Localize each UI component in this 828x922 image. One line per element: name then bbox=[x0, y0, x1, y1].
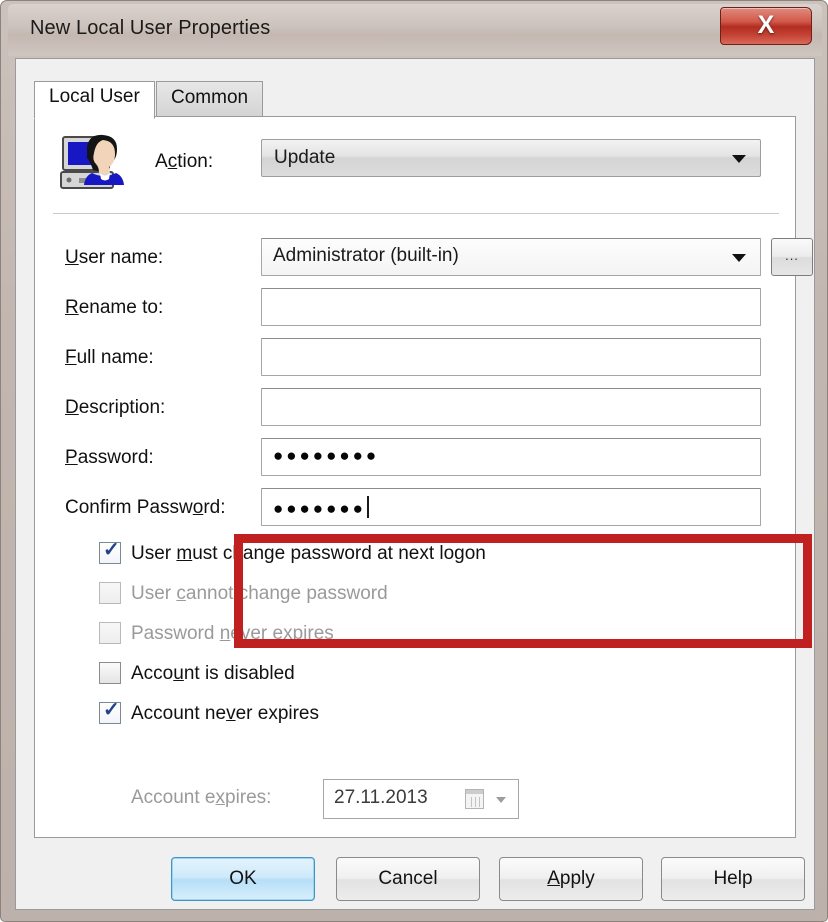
check-icon: ✓ bbox=[103, 539, 120, 561]
field-row-description: Description: bbox=[35, 385, 795, 433]
tab-strip: Local User Common bbox=[34, 81, 794, 119]
checkbox-user-cannot-change-password bbox=[99, 582, 121, 604]
description-input[interactable] bbox=[261, 388, 761, 426]
checkbox-row-account-is-disabled[interactable]: Account is disabled bbox=[35, 657, 795, 693]
chevron-down-icon bbox=[732, 155, 746, 163]
password-label: Password: bbox=[65, 447, 154, 468]
close-icon: X bbox=[757, 11, 775, 39]
user-name-label: User name: bbox=[65, 247, 164, 268]
checkbox-password-never-expires bbox=[99, 622, 121, 644]
calendar-icon bbox=[465, 789, 484, 809]
user-name-input[interactable]: Administrator (built-in) bbox=[261, 238, 761, 276]
title-bar[interactable]: New Local User Properties X bbox=[8, 4, 822, 56]
chevron-down-icon[interactable] bbox=[496, 797, 506, 803]
account-expires-datepicker[interactable]: 27.11.2013 bbox=[323, 779, 519, 819]
tab-common[interactable]: Common bbox=[156, 81, 264, 117]
checkbox-account-never-expires[interactable]: ✓ bbox=[99, 699, 121, 724]
rename-to-input[interactable] bbox=[261, 288, 761, 326]
full-name-label: Full name: bbox=[65, 347, 154, 368]
ok-button[interactable]: OK bbox=[171, 857, 315, 901]
chevron-down-icon bbox=[732, 254, 746, 262]
checkbox-label-password-never-expires: Password never expires bbox=[131, 623, 334, 644]
checkbox-label-account-never-expires: Account never expires bbox=[131, 703, 319, 724]
close-button[interactable]: X bbox=[720, 7, 812, 45]
field-row-password: Password: ●●●●●●●● bbox=[35, 435, 795, 483]
tab-local-user[interactable]: Local User bbox=[34, 81, 155, 119]
check-icon: ✓ bbox=[103, 699, 120, 721]
account-expires-label: Account expires: bbox=[131, 787, 272, 808]
field-row-user-name: User name: Administrator (built-in) ... bbox=[35, 235, 813, 283]
action-label: Action: bbox=[155, 151, 214, 172]
full-name-input[interactable] bbox=[261, 338, 761, 376]
checkbox-account-is-disabled[interactable] bbox=[99, 662, 121, 684]
password-value: ●●●●●●●● bbox=[273, 446, 380, 465]
action-row: Action: Update bbox=[35, 129, 795, 213]
account-expires-value: 27.11.2013 bbox=[334, 787, 428, 808]
checkbox-row-password-never-expires: Password never expires bbox=[35, 617, 795, 653]
action-value: Update bbox=[274, 147, 336, 168]
ellipsis-icon: ... bbox=[785, 248, 799, 263]
checkbox-label-user-must-change-password: User must change password at next logon bbox=[131, 543, 486, 564]
description-label: Description: bbox=[65, 397, 166, 418]
checkbox-row-user-cannot-change-password: User cannot change password bbox=[35, 577, 795, 613]
local-user-account-icon bbox=[60, 134, 124, 189]
dialog-client-area: Local User Common Action: Update User na… bbox=[15, 58, 815, 910]
text-caret bbox=[366, 496, 369, 518]
rename-to-label: Rename to: bbox=[65, 297, 164, 318]
confirm-password-input[interactable]: ●●●●●●● bbox=[261, 488, 761, 526]
checkbox-user-must-change-password[interactable]: ✓ bbox=[99, 539, 121, 564]
confirm-password-label: Confirm Password: bbox=[65, 497, 226, 518]
checkbox-label-account-is-disabled: Account is disabled bbox=[131, 663, 295, 684]
section-divider bbox=[53, 213, 779, 214]
password-input[interactable]: ●●●●●●●● bbox=[261, 438, 761, 476]
dialog-window: New Local User Properties X Local User C… bbox=[0, 0, 828, 922]
confirm-password-value: ●●●●●●● bbox=[273, 496, 369, 519]
checkbox-row-user-must-change-password[interactable]: ✓ User must change password at next logo… bbox=[35, 537, 795, 573]
apply-button[interactable]: Apply bbox=[499, 857, 643, 901]
checkbox-row-account-never-expires[interactable]: ✓ Account never expires bbox=[35, 697, 795, 733]
cancel-button[interactable]: Cancel bbox=[336, 857, 480, 901]
tab-panel-local-user: Action: Update User name: Administrator … bbox=[34, 116, 813, 838]
user-name-value: Administrator (built-in) bbox=[273, 245, 459, 266]
dialog-button-bar: OK Cancel Apply Help bbox=[16, 857, 816, 911]
window-title: New Local User Properties bbox=[30, 17, 271, 39]
action-dropdown[interactable]: Update bbox=[261, 139, 761, 177]
account-expires-row: Account expires: 27.11.2013 bbox=[35, 775, 795, 823]
browse-button[interactable]: ... bbox=[771, 238, 813, 276]
checkbox-label-user-cannot-change-password: User cannot change password bbox=[131, 583, 388, 604]
help-button[interactable]: Help bbox=[661, 857, 805, 901]
field-row-rename-to: Rename to: bbox=[35, 285, 795, 333]
field-row-full-name: Full name: bbox=[35, 335, 795, 383]
field-row-confirm-password: Confirm Password: ●●●●●●● bbox=[35, 485, 795, 533]
